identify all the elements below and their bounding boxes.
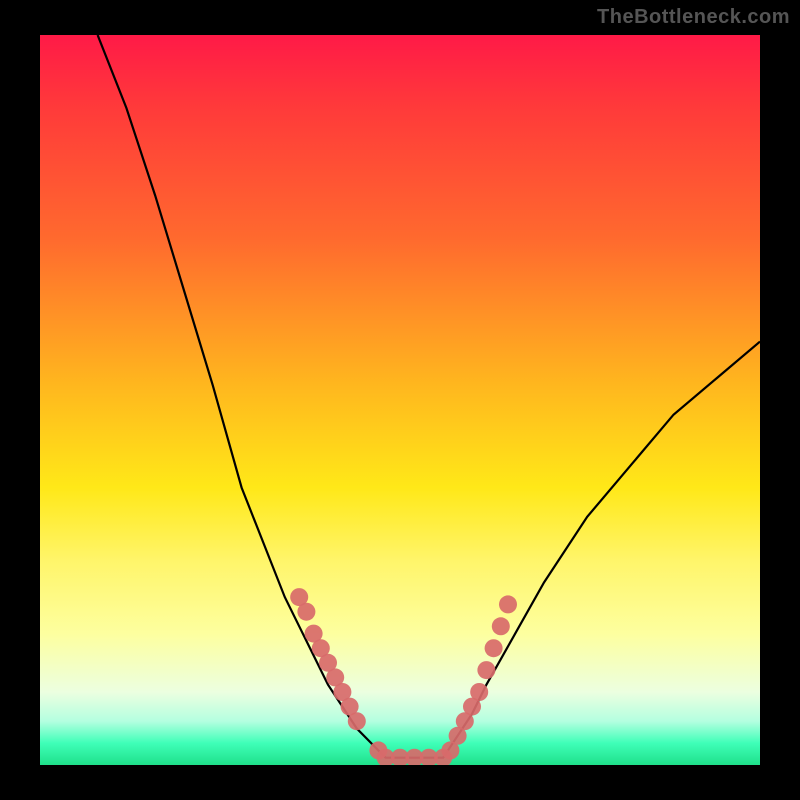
highlight-dot: [477, 661, 495, 679]
highlight-dot: [297, 603, 315, 621]
bottleneck-curve: [98, 35, 760, 758]
highlight-dot: [470, 683, 488, 701]
watermark-text: TheBottleneck.com: [597, 6, 790, 29]
highlight-dot: [492, 617, 510, 635]
highlight-dot: [499, 595, 517, 613]
highlight-dot: [348, 712, 366, 730]
plot-area: [40, 35, 760, 765]
curve-svg: [40, 35, 760, 765]
chart-stage: TheBottleneck.com: [0, 0, 800, 800]
highlight-dot: [485, 639, 503, 657]
